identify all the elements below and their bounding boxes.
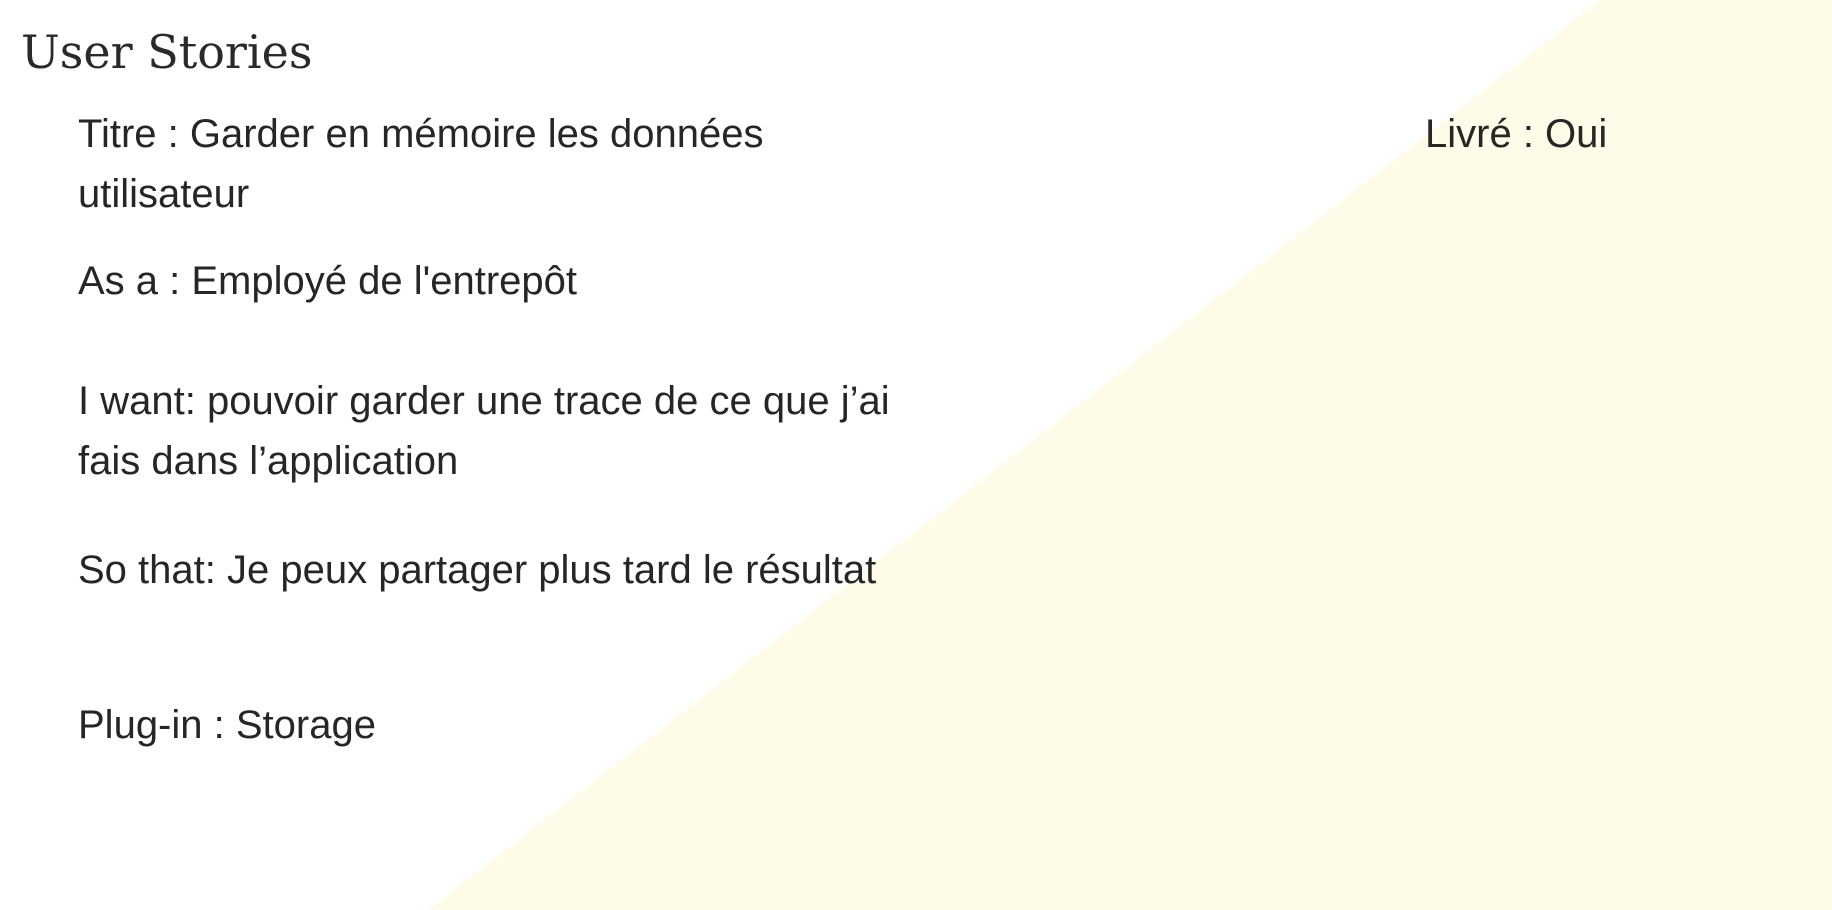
story-plugin-field: Plug-in : Storage xyxy=(78,703,376,747)
page-title: User Stories xyxy=(21,25,313,79)
story-role-field: As a : Employé de l'entrepôt xyxy=(78,259,578,303)
story-goal-field: I want: pouvoir garder une trace de ce q… xyxy=(78,379,890,483)
user-story-slide: User Stories Titre : Garder en mémoire l… xyxy=(0,0,1832,910)
story-title-field: Titre : Garder en mémoire les données ut… xyxy=(78,112,764,216)
delivered-status: Livré : Oui xyxy=(1425,112,1608,156)
story-benefit-field: So that: Je peux partager plus tard le r… xyxy=(78,548,877,592)
